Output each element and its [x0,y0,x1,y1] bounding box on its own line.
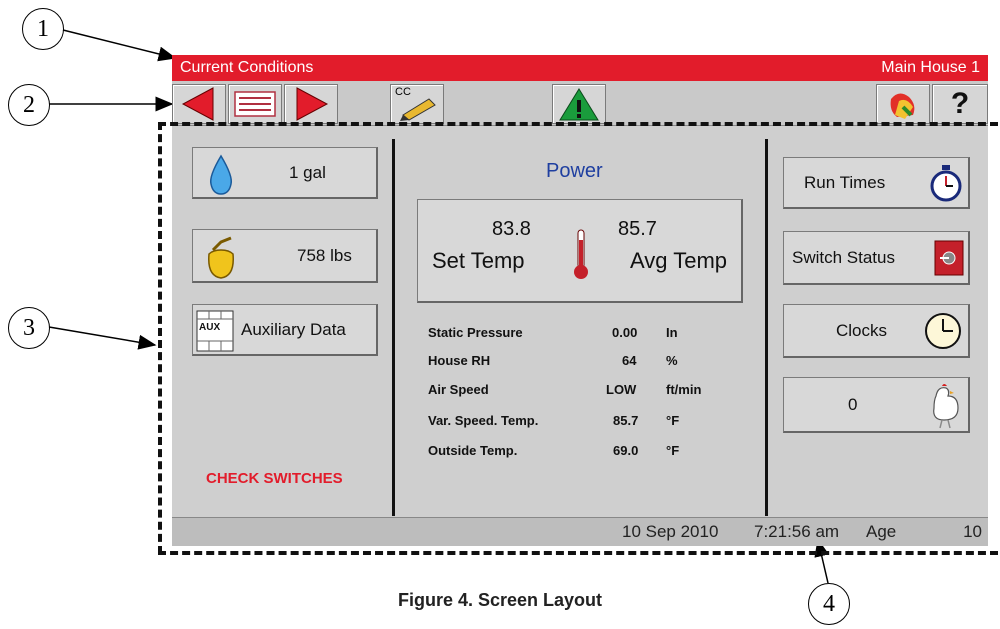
stopwatch-icon [930,165,962,202]
water-button[interactable]: 1 gal [192,147,378,199]
status-date: 10 Sep 2010 [622,522,719,541]
help-label: ? [950,87,970,120]
menu-button[interactable] [228,84,282,124]
reading-name: Static Pressure [428,325,523,340]
switch-icon [934,240,964,276]
warning-icon [559,88,599,121]
reading-unit: °F [666,413,680,428]
left-arrow-icon [181,87,214,121]
menu-list-icon [234,91,276,117]
feed-button[interactable]: 758 lbs [192,229,378,283]
reading-value: 69.0 [613,443,639,458]
right-arrow-icon [296,87,329,121]
toolbar: CC ? [172,81,988,126]
reading-name: Outside Temp. [428,443,518,458]
reading-value: 0.00 [612,325,638,340]
reading-value: LOW [606,382,637,397]
bird-button[interactable] [876,84,930,124]
reading-value: 64 [622,353,637,368]
dashed-top [158,122,998,126]
water-drop-icon [209,154,233,195]
left-divider [392,139,395,516]
hen-icon [890,93,915,119]
help-button[interactable]: ? [932,84,988,124]
set-temp-label: Set Temp [432,248,525,273]
arrow-callout-1 [62,29,177,62]
reading-unit: % [666,353,678,368]
reading-name: House RH [428,353,491,368]
switch-status-label: Switch Status [792,248,895,267]
run-times-label: Run Times [804,173,886,192]
status-bar: 10 Sep 2010 7:21:56 am Age 10 [172,517,988,546]
clocks-label: Clocks [836,321,888,340]
dashed-left [158,122,162,554]
arrow-callout-3 [48,326,157,350]
cc-label: CC [395,86,411,98]
auxiliary-data-button[interactable]: AUX Auxiliary Data [192,304,378,356]
reading-value: 85.7 [613,413,639,428]
bird-count-button[interactable]: 0 [783,377,970,433]
water-label: 1 gal [289,163,326,182]
temperature-box[interactable]: 83.8 Set Temp 85.7 Avg Temp [417,199,743,303]
reading-name: Air Speed [428,382,489,397]
controller-screen: Current Conditions Main House 1 CC ? 1 g… [172,55,988,546]
power-label: Power [546,160,603,182]
feed-bag-icon [208,236,234,279]
right-divider [765,139,768,516]
reading-name: Var. Speed. Temp. [428,413,539,428]
clocks-button[interactable]: Clocks [783,304,970,358]
age-value: 10 [963,522,982,541]
figure-caption: Figure 4. Screen Layout [397,590,603,610]
forward-button[interactable] [284,84,338,124]
alarm-button[interactable] [552,84,606,124]
screen-title: Current Conditions [180,59,314,76]
age-label: Age [866,522,897,541]
back-button[interactable] [172,84,226,124]
clock-icon [925,313,961,349]
house-name: Main House 1 [881,59,980,76]
reading-unit: In [666,325,678,340]
status-time: 7:21:56 am [754,522,840,541]
switch-status-button[interactable]: Switch Status [783,231,970,285]
aux-label: Auxiliary Data [241,320,346,339]
title-bar: Current Conditions Main House 1 [172,55,988,81]
reading-unit: °F [666,443,680,458]
avg-temp-value: 85.7 [618,218,657,240]
chicken-icon [933,384,959,429]
feed-label: 758 lbs [297,246,352,265]
set-temp-value: 83.8 [492,218,531,240]
arrow-callout-4 [814,538,830,584]
check-switches-alert: CHECK SWITCHES [206,470,343,487]
thermometer-icon [574,229,588,279]
dashed-bottom [158,551,998,555]
aux-icon-text: AUX [199,322,221,333]
cc-button[interactable]: CC [390,84,444,124]
reading-unit: ft/min [666,382,702,397]
run-times-button[interactable]: Run Times [783,157,970,209]
bird-count: 0 [848,395,858,414]
avg-temp-label: Avg Temp [630,248,728,273]
